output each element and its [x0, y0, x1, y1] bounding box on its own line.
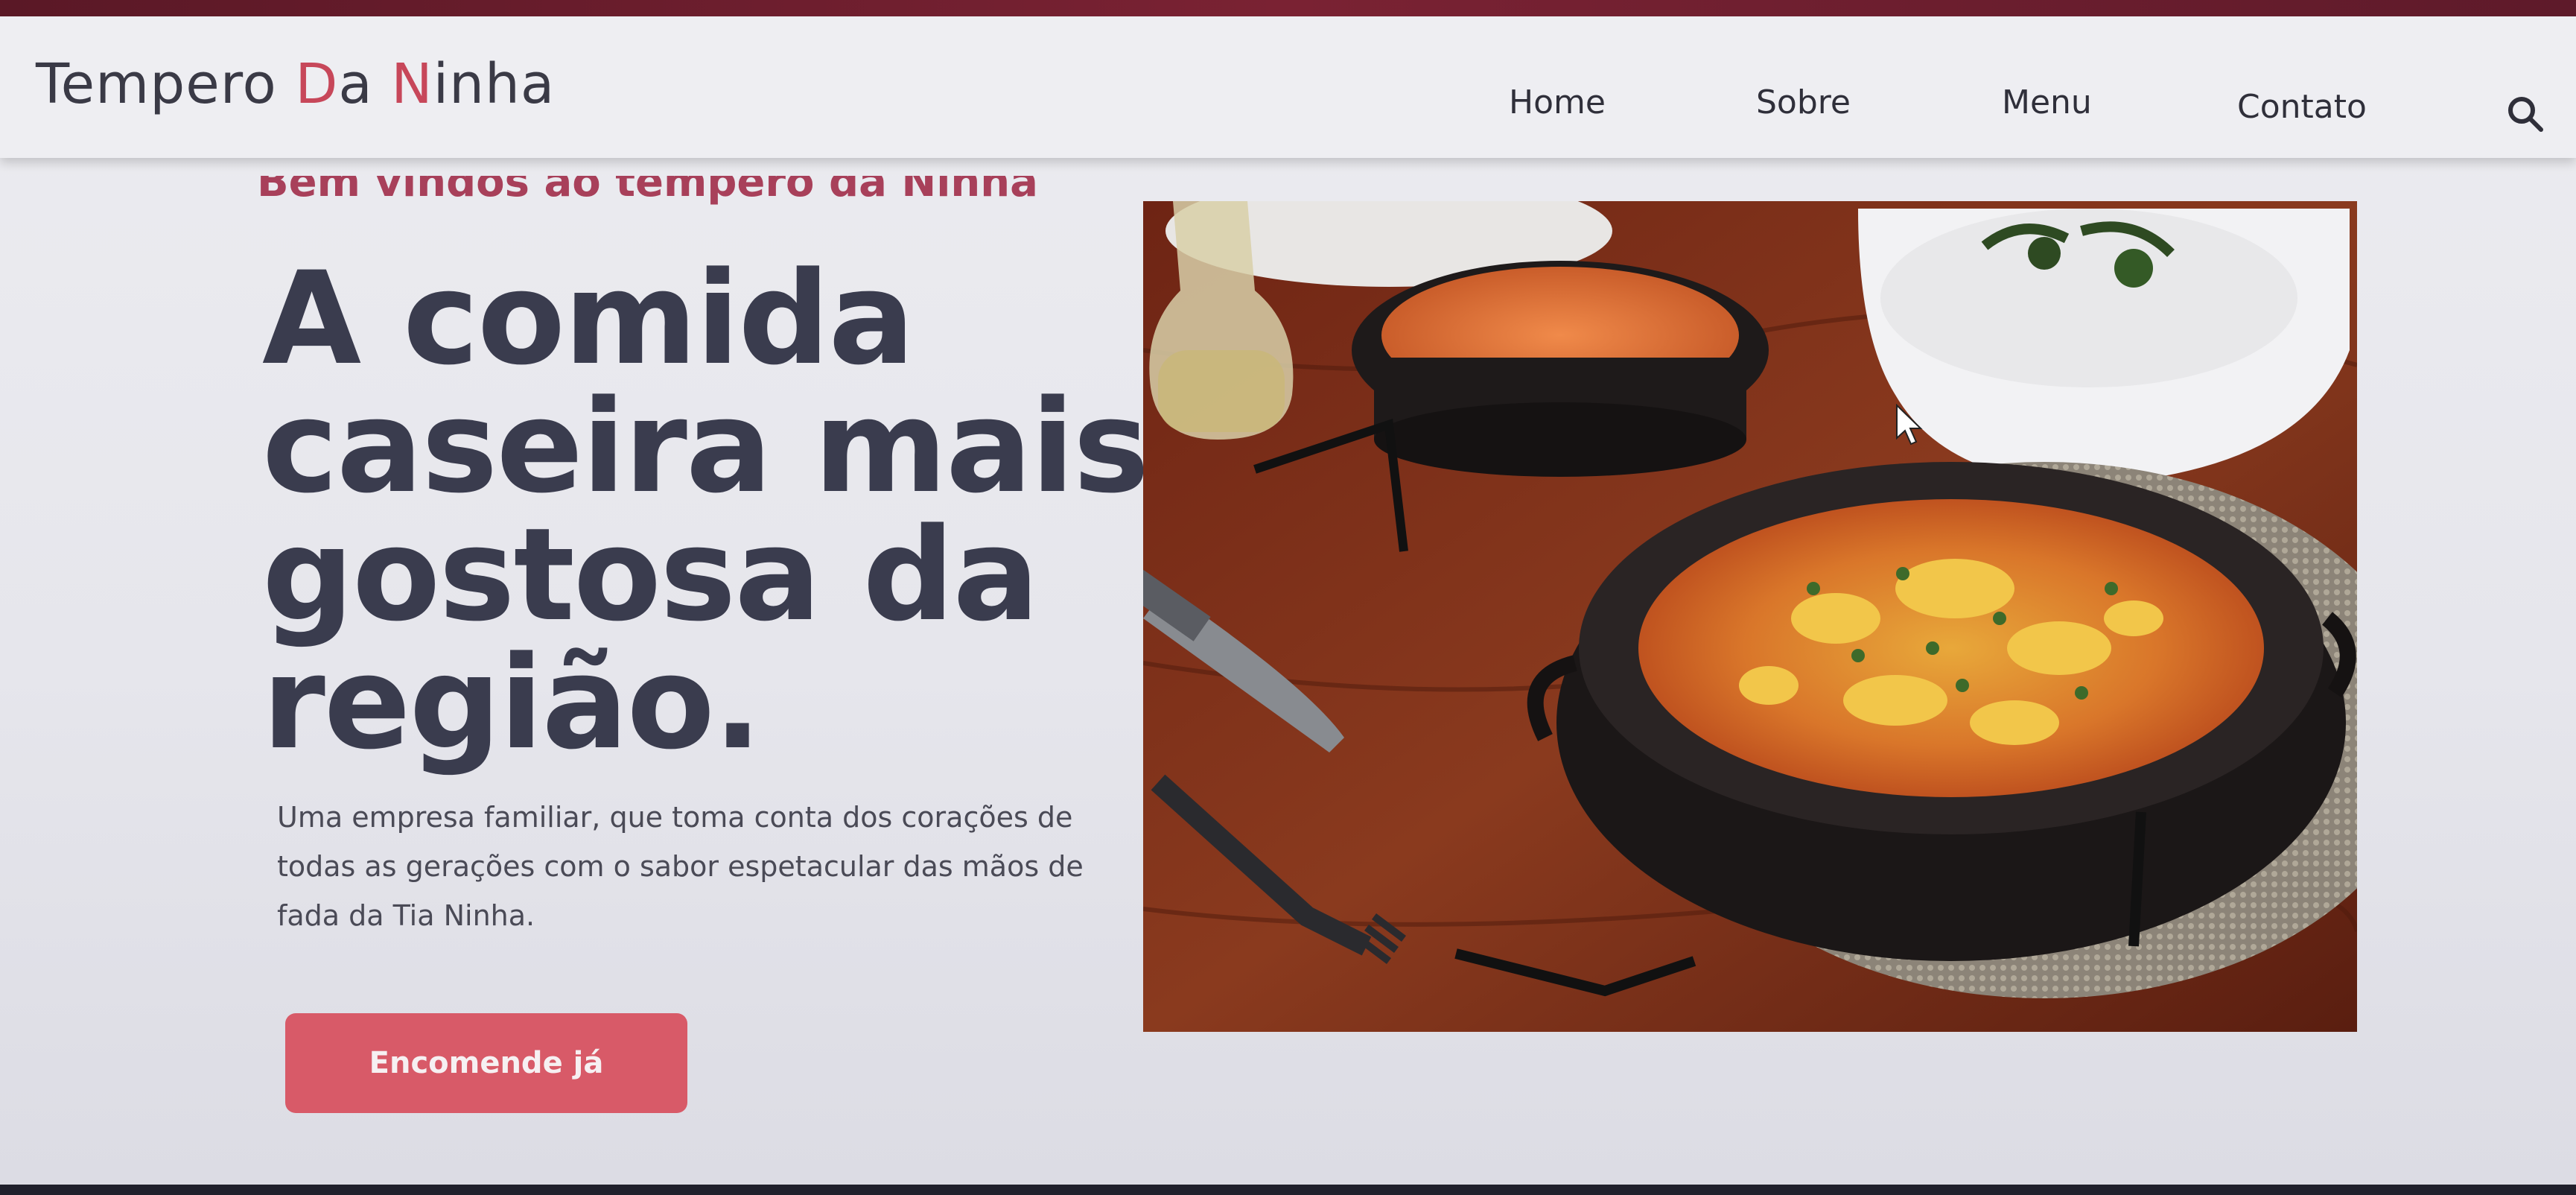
- nav-home[interactable]: Home: [1509, 83, 1606, 121]
- browser-viewport: Tempero Da Ninha Home Sobre Menu Contato…: [0, 16, 2576, 1188]
- monitor-bottom-bezel: [0, 1185, 2576, 1195]
- nav-menu[interactable]: Menu: [2002, 83, 2092, 121]
- hero-food-image: [1143, 201, 2357, 1032]
- brand-part-4: N: [391, 52, 433, 116]
- brand-part-5: inha: [433, 52, 556, 116]
- navbar: Tempero Da Ninha Home Sobre Menu Contato: [0, 16, 2576, 158]
- brand-part-2: D: [295, 52, 339, 116]
- brand-logo[interactable]: Tempero Da Ninha: [36, 52, 555, 116]
- hero-eyebrow: Bem vindos ao tempero da Ninha: [257, 158, 1038, 206]
- order-now-button[interactable]: Encomende já: [285, 1013, 687, 1113]
- nav-sobre[interactable]: Sobre: [1756, 83, 1851, 121]
- hero-headline: A comida caseira mais gostosa da região.: [262, 244, 1149, 778]
- nav-contato[interactable]: Contato: [2237, 88, 2367, 126]
- mouse-cursor-icon: [1896, 404, 1923, 446]
- hero-description: Uma empresa familiar, que toma conta dos…: [277, 801, 1084, 932]
- brand-part-3: a: [338, 52, 392, 116]
- brand-part-1: Tempero: [36, 52, 296, 116]
- search-icon[interactable]: [2504, 92, 2547, 136]
